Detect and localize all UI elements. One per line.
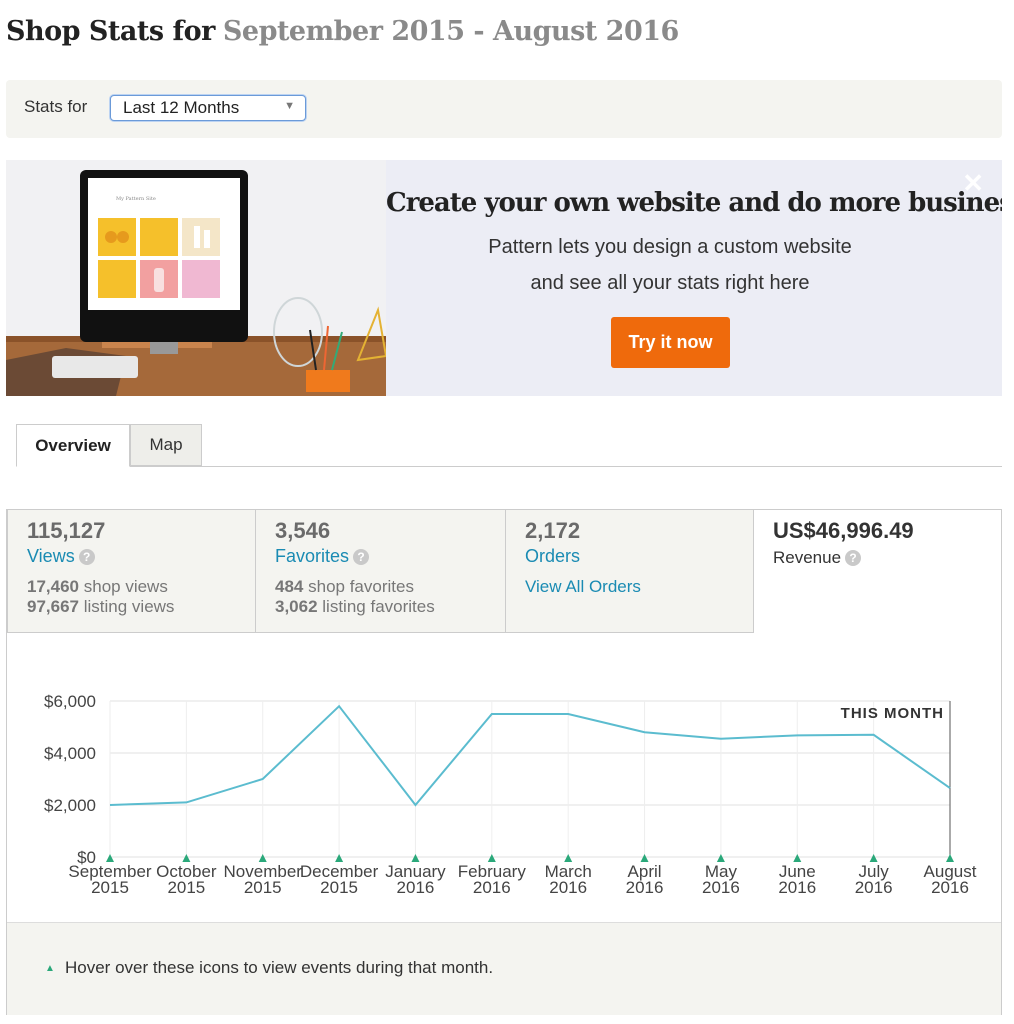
shop-favorites-text: shop favorites	[308, 577, 414, 596]
period-select-value: Last 12 Months	[123, 98, 240, 117]
x-tick-label-year: 2016	[778, 878, 816, 897]
stats-for-bar: Stats for Last 12 Months ▼	[6, 80, 1002, 138]
x-tick-label-year: 2016	[626, 878, 664, 897]
favorites-link[interactable]: Favorites?	[275, 546, 370, 567]
x-tick-label-year: 2016	[931, 878, 969, 897]
stat-orders: 2,172 Orders View All Orders	[505, 509, 754, 633]
listing-favorites-line: 3,062 listing favorites	[275, 597, 435, 617]
event-marker-icon	[869, 854, 878, 862]
page-title: Shop Stats for September 2015 - August 2…	[6, 16, 679, 47]
x-tick-label-year: 2015	[91, 878, 129, 897]
revenue-line-chart: THIS MONTH$0$2,000$4,000$6,000September2…	[44, 692, 977, 897]
y-tick-label: $6,000	[44, 692, 96, 711]
banner-subtext-line2: and see all your stats right here	[530, 272, 810, 294]
event-marker-icon	[411, 854, 420, 862]
legend-text: Hover over these icons to view events du…	[65, 958, 494, 977]
period-select[interactable]: Last 12 Months ▼	[110, 95, 306, 121]
views-label[interactable]: Views	[27, 546, 75, 566]
event-marker-icon	[106, 854, 114, 862]
stats-for-label: Stats for	[24, 97, 88, 116]
y-tick-label: $4,000	[44, 744, 96, 763]
stat-views: 115,127 Views? 17,460 shop views 97,667 …	[7, 509, 256, 633]
listing-views-count: 97,667	[27, 597, 79, 616]
shop-views-line: 17,460 shop views	[27, 577, 168, 597]
x-tick-label-year: 2016	[397, 878, 435, 897]
x-tick-label-year: 2015	[167, 878, 205, 897]
event-marker-icon	[793, 854, 802, 862]
orders-count: 2,172	[525, 518, 581, 543]
this-month-annotation: THIS MONTH	[841, 705, 944, 722]
banner-headline: Create your own website and do more busi…	[386, 188, 1002, 218]
x-tick-label-year: 2015	[244, 878, 282, 897]
tabs-divider	[16, 466, 1002, 467]
revenue-label: Revenue?	[773, 548, 862, 568]
try-it-now-button[interactable]: Try it now	[611, 317, 730, 368]
views-link[interactable]: Views?	[27, 546, 95, 567]
desk-illustration: My Pattern Site	[6, 160, 386, 396]
tab-map[interactable]: Map	[130, 424, 202, 466]
x-tick-label-year: 2015	[320, 878, 358, 897]
x-tick-label-year: 2016	[855, 878, 893, 897]
x-tick-label-year: 2016	[473, 878, 511, 897]
help-icon[interactable]: ?	[78, 549, 95, 565]
x-tick-label-year: 2016	[549, 878, 587, 897]
favorites-label[interactable]: Favorites	[275, 546, 349, 566]
orders-link[interactable]: Orders	[525, 546, 580, 567]
listing-favorites-text: listing favorites	[322, 597, 435, 616]
event-marker-icon	[946, 854, 954, 862]
tab-overview[interactable]: Overview	[16, 424, 130, 467]
screen-site-title: My Pattern Site	[116, 196, 156, 202]
pattern-promo-banner: My Pattern Site ✕ Create your own websit…	[6, 160, 1002, 396]
event-marker-icon	[564, 854, 573, 862]
event-marker-icon: ▲	[45, 963, 55, 974]
shop-favorites-count: 484	[275, 577, 304, 596]
chart-legend: ▲ Hover over these icons to view events …	[7, 922, 1001, 1015]
view-all-orders-link[interactable]: View All Orders	[525, 577, 641, 597]
favorites-count: 3,546	[275, 518, 331, 543]
revenue-label-text: Revenue	[773, 548, 842, 567]
chevron-down-icon: ▼	[284, 100, 295, 112]
event-marker-icon	[487, 854, 496, 862]
page-title-range: September 2015 - August 2016	[222, 16, 679, 47]
banner-subtext-line1: Pattern lets you design a custom website	[488, 236, 852, 258]
views-count: 115,127	[27, 518, 106, 543]
stat-revenue[interactable]: US$46,996.49 Revenue?	[753, 509, 1002, 633]
shop-favorites-line: 484 shop favorites	[275, 577, 414, 597]
shop-views-text: shop views	[83, 577, 168, 596]
event-marker-icon	[640, 854, 649, 862]
listing-favorites-count: 3,062	[275, 597, 318, 616]
x-tick-label-year: 2016	[702, 878, 740, 897]
event-marker-icon	[716, 854, 725, 862]
revenue-amount: US$46,996.49	[773, 518, 914, 543]
listing-views-text: listing views	[83, 597, 175, 616]
listing-views-line: 97,667 listing views	[27, 597, 174, 617]
page-title-prefix: Shop Stats for	[6, 16, 215, 47]
revenue-series-line	[109, 704, 951, 807]
event-marker-icon	[335, 854, 344, 862]
y-tick-label: $2,000	[44, 796, 96, 815]
event-marker-icon	[258, 854, 267, 862]
stat-favorites: 3,546 Favorites? 484 shop favorites 3,06…	[255, 509, 506, 633]
shop-views-count: 17,460	[27, 577, 79, 596]
help-icon[interactable]: ?	[845, 550, 862, 566]
help-icon[interactable]: ?	[353, 549, 370, 565]
event-marker-icon	[182, 854, 191, 862]
